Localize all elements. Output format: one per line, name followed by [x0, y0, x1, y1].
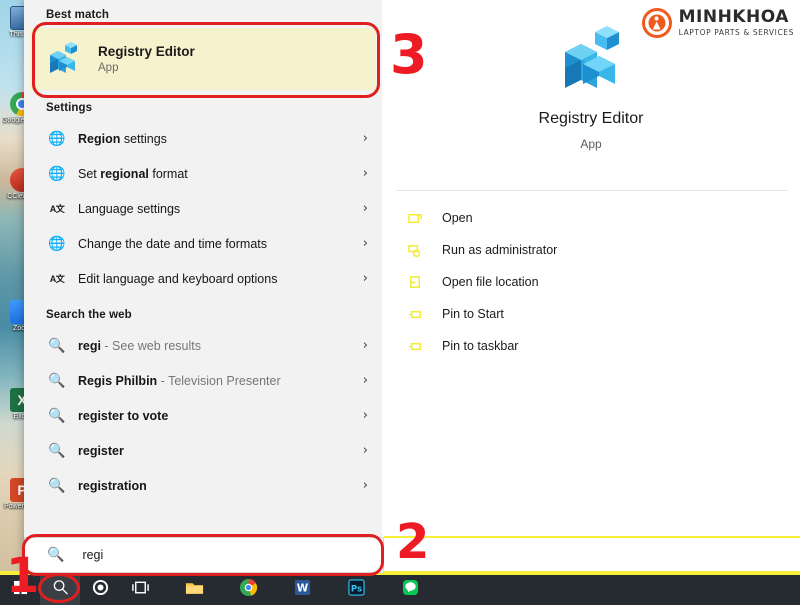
app-preview-subtitle: App: [580, 137, 602, 151]
chevron-right-icon: ›: [362, 166, 368, 181]
photoshop-icon: Ps: [347, 579, 365, 601]
pin-to-taskbar-icon: [404, 339, 426, 354]
line-icon: [402, 579, 419, 601]
chevron-right-icon: ›: [362, 271, 368, 286]
action-label: Open file location: [442, 275, 539, 289]
action-label: Open: [442, 211, 473, 225]
web-result-label: Regis Philbin - Television Presenter: [78, 374, 363, 388]
settings-item-language-settings[interactable]: A文 Language settings ›: [24, 191, 382, 226]
chevron-right-icon: ›: [362, 131, 368, 146]
web-result-suffix: - See web results: [100, 338, 201, 353]
settings-item-label: Language settings: [78, 201, 181, 216]
taskbar-photoshop-button[interactable]: Ps: [336, 575, 376, 605]
action-pin-to-taskbar[interactable]: Pin to taskbar: [396, 330, 788, 362]
web-result-suffix: - Television Presenter: [157, 373, 281, 388]
chevron-right-icon: ›: [362, 408, 368, 423]
language-icon: A文: [49, 274, 65, 284]
search-icon: 🔍: [48, 337, 66, 354]
action-open[interactable]: Open: [396, 202, 788, 234]
web-result-label: registration: [78, 479, 363, 493]
settings-item-label: Region settings: [78, 131, 167, 146]
open-icon: [404, 211, 426, 226]
web-result-label: regi - See web results: [78, 339, 363, 353]
action-open-file-location[interactable]: Open file location: [396, 266, 788, 298]
minhkhoa-brand: MINHKHOA: [678, 7, 789, 28]
search-icon: 🔍: [48, 372, 66, 389]
shield-run-icon: [404, 243, 426, 258]
app-preview-title: Registry Editor: [538, 110, 644, 127]
settings-item-label: Change the date and time formats: [78, 236, 268, 251]
minhkhoa-text: MINHKHOA LAPTOP PARTS & SERVICES: [679, 9, 794, 37]
cortana-icon: [92, 579, 109, 601]
web-result-register[interactable]: 🔍 register ›: [24, 433, 382, 468]
web-result-term: registration: [78, 478, 147, 493]
app-preview-column: Registry Editor App Open Run as administ…: [382, 0, 800, 573]
annotation-box-search-input: [22, 534, 384, 576]
svg-text:W: W: [296, 582, 308, 594]
web-result-label: register to vote: [78, 409, 363, 423]
minhkhoa-logo-icon: [641, 8, 672, 38]
action-label: Pin to taskbar: [442, 339, 519, 353]
chevron-right-icon: ›: [362, 478, 368, 493]
task-view-icon: [131, 580, 150, 601]
web-result-regis-philbin[interactable]: 🔍 Regis Philbin - Television Presenter ›: [24, 363, 382, 398]
chrome-icon: [239, 578, 258, 602]
folder-icon: [185, 580, 204, 601]
search-the-web-heading: Search the web: [46, 309, 132, 321]
folder-location-icon: [404, 275, 426, 290]
search-icon: 🔍: [48, 407, 66, 424]
highlight-rule-search: [384, 536, 800, 538]
taskbar-cortana-button[interactable]: [80, 575, 120, 605]
app-actions-list: Open Run as administrator Open file loca…: [396, 202, 788, 362]
taskbar-line-button[interactable]: [390, 575, 430, 605]
minhkhoa-tagline: LAPTOP PARTS & SERVICES: [678, 28, 794, 38]
chevron-right-icon: ›: [362, 373, 368, 388]
annotation-step-2: 2: [396, 514, 430, 570]
settings-item-set-regional-format[interactable]: 🌐 Set regional format ›: [24, 156, 382, 191]
taskbar-word-button[interactable]: W: [282, 575, 322, 605]
chevron-right-icon: ›: [362, 443, 368, 458]
registry-editor-icon: [557, 26, 625, 94]
action-pin-to-start[interactable]: Pin to Start: [396, 298, 788, 330]
annotation-ellipse-taskbar-search: [38, 573, 80, 603]
web-result-term: regi: [78, 338, 101, 353]
web-result-label: register: [78, 444, 363, 458]
action-run-as-administrator[interactable]: Run as administrator: [396, 234, 788, 266]
annotation-step-3: 3: [390, 23, 428, 86]
web-result-regi[interactable]: 🔍 regi - See web results ›: [24, 328, 382, 363]
settings-item-label: Set regional format: [78, 166, 188, 181]
settings-item-edit-language-keyboard-options[interactable]: A文 Edit language and keyboard options ›: [24, 261, 382, 296]
action-label: Pin to Start: [442, 307, 504, 321]
annotation-box-best-match: [32, 22, 380, 98]
chevron-right-icon: ›: [362, 201, 368, 216]
minhkhoa-watermark: MINHKHOA LAPTOP PARTS & SERVICES: [641, 8, 794, 38]
chevron-right-icon: ›: [362, 236, 368, 251]
globe-icon: 🌐: [48, 165, 66, 182]
settings-item-change-date-time-formats[interactable]: 🌐 Change the date and time formats ›: [24, 226, 382, 261]
web-result-term: register: [78, 443, 124, 458]
settings-item-label: Edit language and keyboard options: [78, 271, 278, 286]
annotation-step-1: 1: [6, 548, 40, 604]
web-result-term: Regis Philbin: [78, 373, 158, 388]
search-icon: 🔍: [48, 477, 66, 494]
globe-icon: 🌐: [48, 130, 66, 147]
globe-icon: 🌐: [48, 235, 66, 252]
taskbar-file-explorer-button[interactable]: [174, 575, 214, 605]
svg-text:Ps: Ps: [350, 584, 361, 594]
action-label: Run as administrator: [442, 243, 558, 257]
taskbar: W Ps: [0, 575, 800, 605]
settings-item-region-settings[interactable]: 🌐 Region settings ›: [24, 121, 382, 156]
web-result-term: register to vote: [78, 408, 169, 423]
taskbar-chrome-button[interactable]: [228, 575, 268, 605]
web-result-register-to-vote[interactable]: 🔍 register to vote ›: [24, 398, 382, 433]
word-icon: W: [294, 579, 311, 601]
chevron-right-icon: ›: [362, 338, 368, 353]
search-icon: 🔍: [48, 442, 66, 459]
web-result-registration[interactable]: 🔍 registration ›: [24, 468, 382, 503]
screen: This PC Google Chrome CCleaner ✓ Zoom X …: [0, 0, 800, 605]
taskbar-task-view-button[interactable]: [120, 575, 160, 605]
pin-to-start-icon: [404, 307, 426, 322]
preview-divider: [396, 190, 788, 191]
language-icon: A文: [49, 204, 65, 214]
